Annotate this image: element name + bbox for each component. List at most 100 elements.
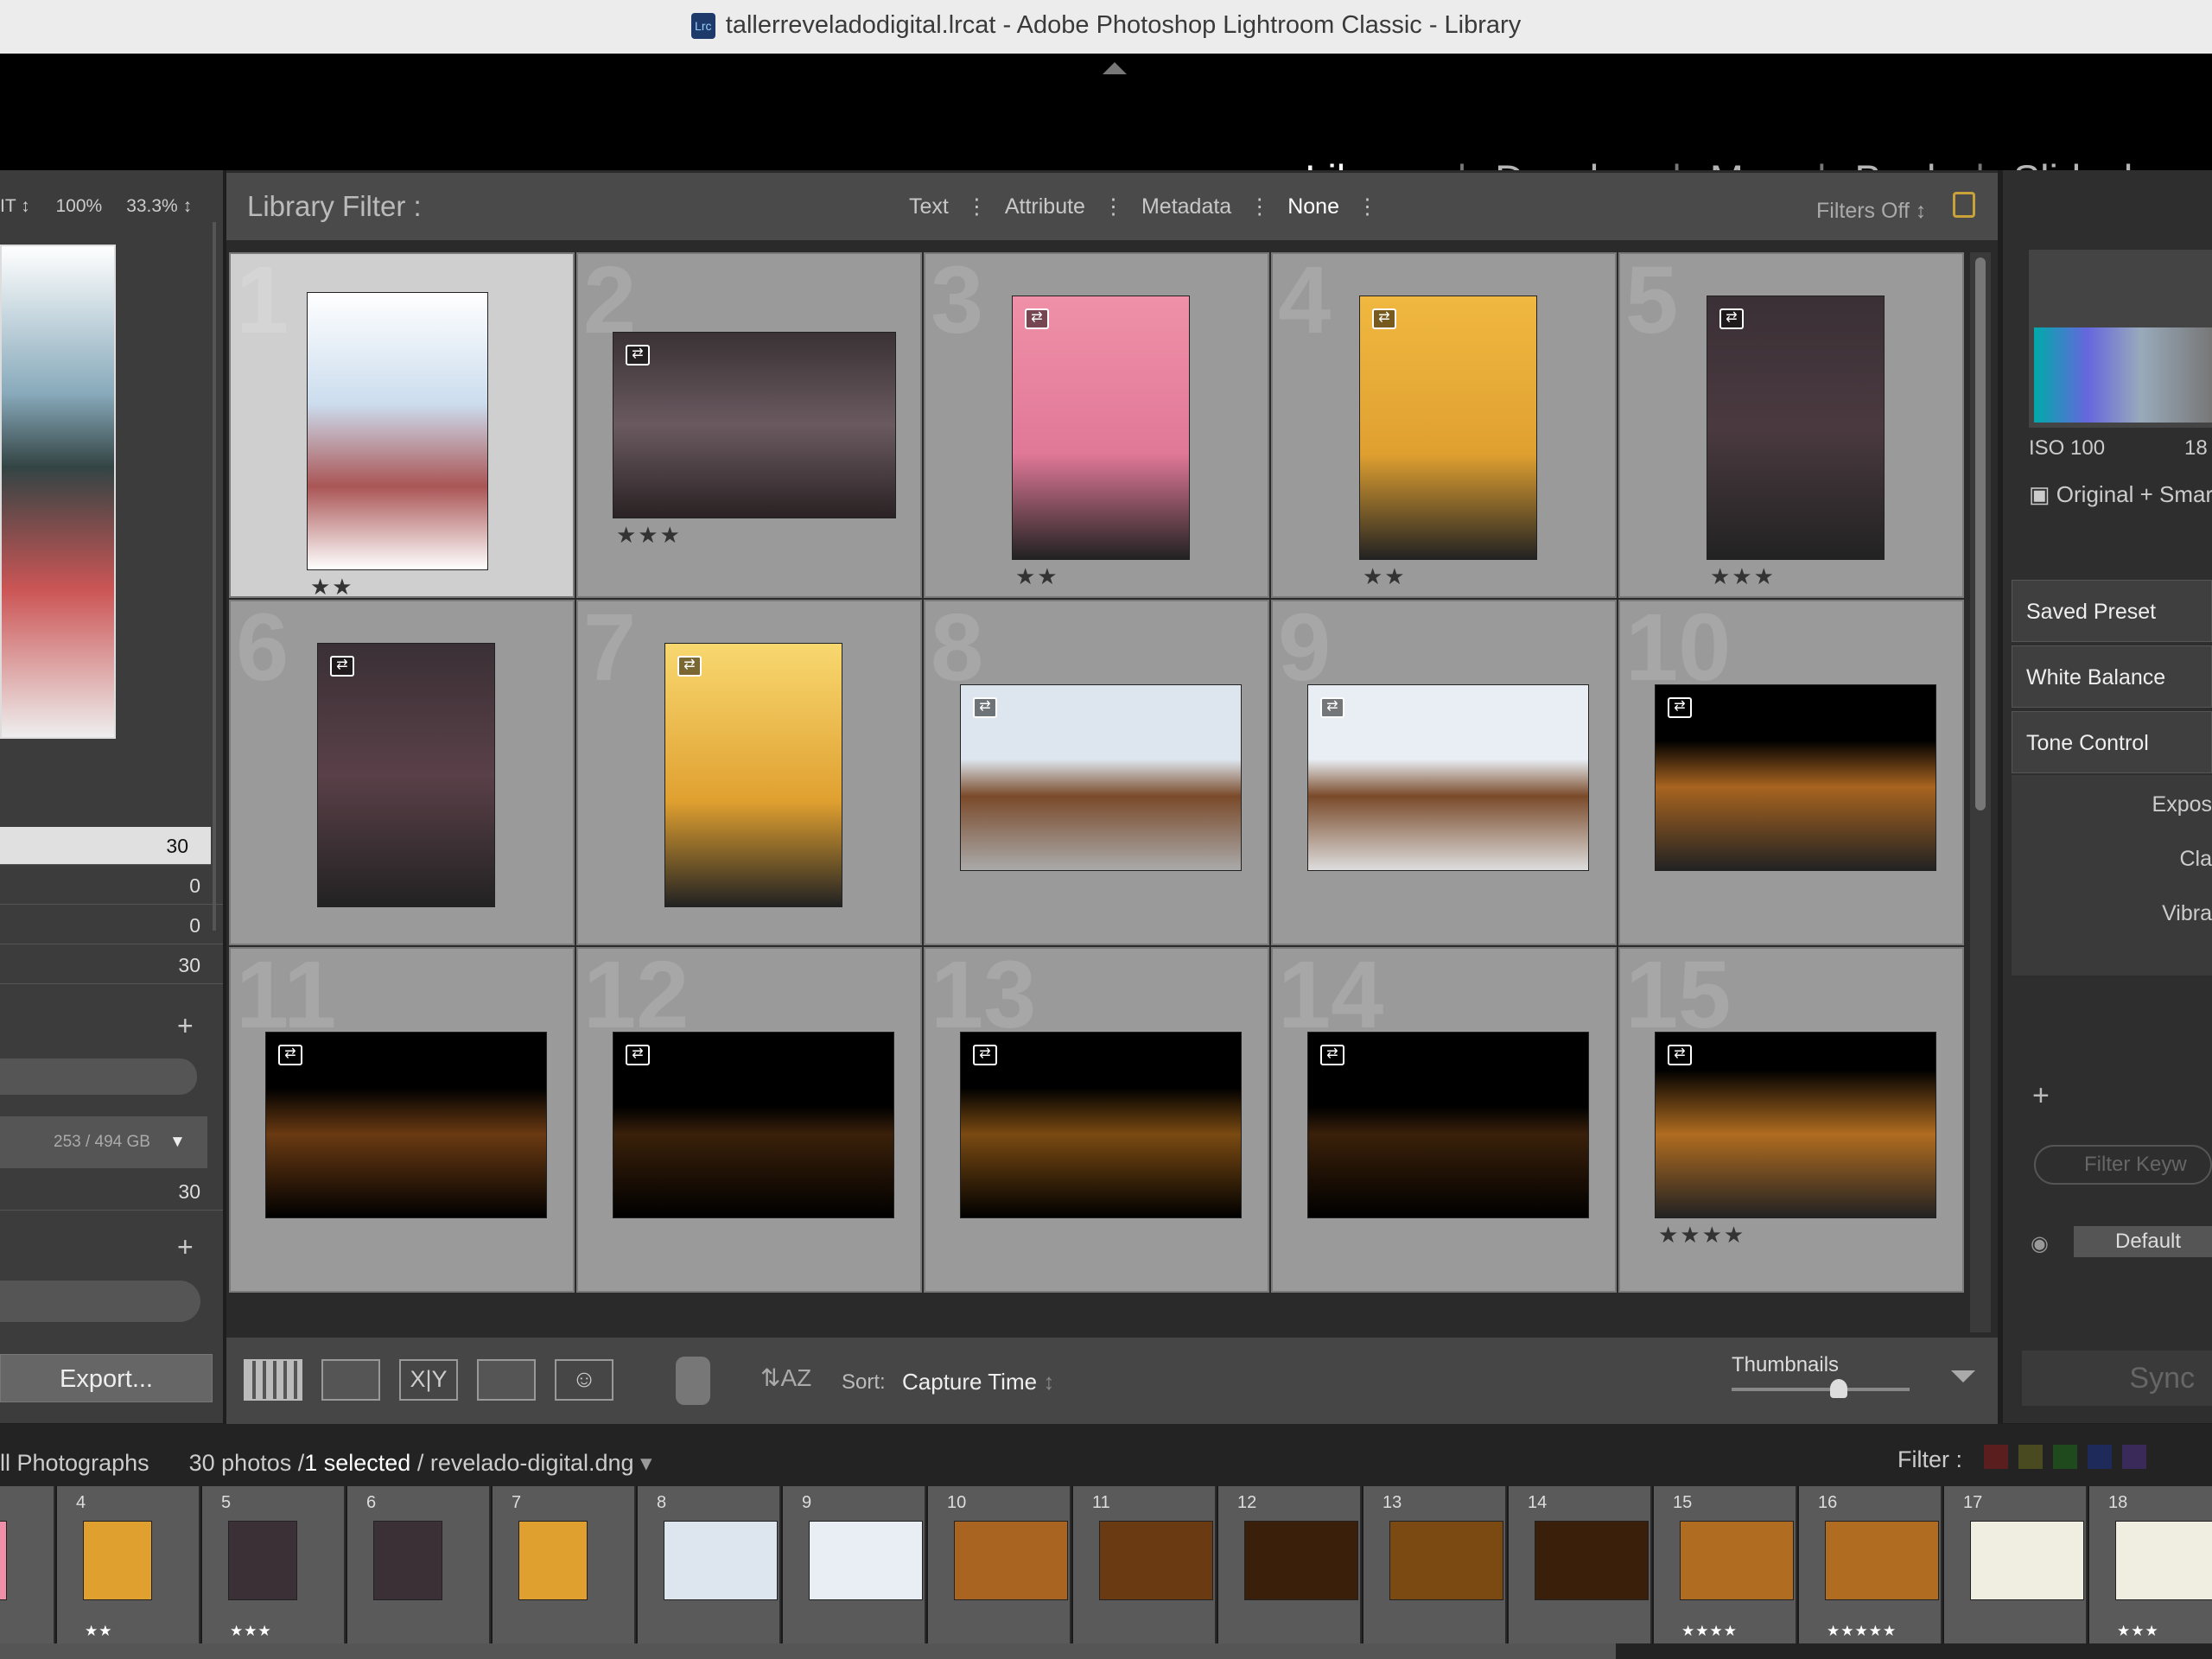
keyword-filter-input[interactable]: Filter Keyw <box>2034 1145 2212 1185</box>
filmstrip-scrollbar[interactable] <box>0 1643 1616 1659</box>
star-rating[interactable]: ★★ <box>1015 563 1059 590</box>
filmstrip-thumbnail[interactable] <box>1970 1521 2084 1600</box>
star-rating[interactable]: ★★★ <box>616 522 682 549</box>
star-rating[interactable]: ★★ <box>310 574 354 596</box>
filmstrip-thumbnail[interactable] <box>1680 1521 1794 1600</box>
star-rating[interactable]: ★★★ <box>1710 563 1776 590</box>
photo-thumbnail[interactable]: ⇄ <box>960 1032 1242 1218</box>
star-rating[interactable]: ★★★★ <box>1658 1222 1745 1249</box>
disk-usage[interactable]: 253 / 494 GB ▼ <box>0 1116 207 1168</box>
grid-cell[interactable]: 11 ⇄ <box>229 947 575 1293</box>
filmstrip-thumbnail[interactable] <box>373 1521 442 1600</box>
photo-thumbnail[interactable] <box>307 292 488 570</box>
people-view-icon[interactable]: ☺ <box>555 1359 613 1401</box>
filmstrip-thumbnail[interactable] <box>1825 1521 1939 1600</box>
add-keyword-icon[interactable]: + <box>2032 1079 2050 1113</box>
photo-thumbnail[interactable]: ⇄ <box>613 332 896 518</box>
folder-count[interactable]: 30 <box>0 1173 223 1211</box>
photo-thumbnail[interactable]: ⇄ <box>1012 296 1190 560</box>
compare-view-icon[interactable]: X|Y <box>399 1359 458 1401</box>
photo-thumbnail[interactable]: ⇄ <box>1707 296 1885 560</box>
sort-direction-icon[interactable]: ⇅AZ <box>760 1363 811 1392</box>
filmstrip-thumbnail[interactable] <box>809 1521 923 1600</box>
thumbnail-slider[interactable] <box>1732 1379 1910 1398</box>
zoom-custom[interactable]: 33.3% <box>126 196 178 216</box>
filmstrip-thumbnail[interactable] <box>0 1521 7 1600</box>
photo-thumbnail[interactable]: ⇄ <box>664 643 842 907</box>
grid-cell[interactable]: 14 ⇄ <box>1271 947 1617 1293</box>
photo-thumbnail[interactable]: ⇄ <box>1307 1032 1589 1218</box>
grid-cell[interactable]: 13 ⇄ <box>924 947 1269 1293</box>
grid-cell[interactable]: 7 ⇄ <box>576 600 922 945</box>
photo-thumbnail[interactable]: ⇄ <box>613 1032 894 1218</box>
filmstrip-cell[interactable]: 14 <box>1509 1486 1652 1643</box>
color-filter-purple[interactable] <box>2122 1445 2146 1469</box>
photo-thumbnail[interactable]: ⇄ <box>265 1032 547 1218</box>
slider-knob[interactable] <box>1829 1379 1847 1398</box>
photo-thumbnail[interactable]: ⇄ <box>960 684 1242 871</box>
filmstrip-cell[interactable]: 10 <box>928 1486 1071 1643</box>
filmstrip-cell[interactable]: 17 <box>1944 1486 2088 1643</box>
grid-cell[interactable]: 9 ⇄ <box>1271 600 1617 945</box>
filmstrip-cell[interactable]: 16 ★★★★★ <box>1799 1486 1942 1643</box>
filmstrip-thumbnail[interactable] <box>1389 1521 1503 1600</box>
filmstrip-thumbnail[interactable] <box>1099 1521 1213 1600</box>
grid-cell[interactable]: 8 ⇄ <box>924 600 1269 945</box>
loupe-view-icon[interactable] <box>321 1359 380 1401</box>
filmstrip-thumbnail[interactable] <box>518 1521 588 1600</box>
survey-view-icon[interactable] <box>477 1359 536 1401</box>
navigator-preview[interactable] <box>0 245 116 739</box>
count-row[interactable]: 0 <box>0 867 223 905</box>
vibrance-label[interactable]: Vibra <box>2012 901 2212 926</box>
filmstrip-cell[interactable]: 7 <box>493 1486 636 1643</box>
panel-white-balance[interactable]: White Balance <box>2012 645 2212 708</box>
filmstrip-cell[interactable] <box>0 1486 55 1643</box>
filmstrip-cell[interactable]: 5 ★★★ <box>202 1486 346 1643</box>
preset-select[interactable]: Default <box>2074 1226 2212 1257</box>
filmstrip-thumbnail[interactable] <box>1535 1521 1649 1600</box>
color-filter-yellow[interactable] <box>2018 1445 2043 1469</box>
filter-text[interactable]: Text <box>909 194 949 219</box>
grid-cell[interactable]: 2 ⇄ ★★★ <box>576 252 922 598</box>
search-field[interactable] <box>0 1058 197 1095</box>
filmstrip-cell[interactable]: 6 <box>347 1486 491 1643</box>
filmstrip-cell[interactable]: 8 <box>638 1486 781 1643</box>
collection-search[interactable] <box>0 1281 200 1322</box>
eye-icon[interactable]: ◉ <box>2031 1231 2049 1256</box>
filmstrip-thumbnail[interactable] <box>664 1521 778 1600</box>
painter-icon[interactable] <box>676 1357 710 1405</box>
filter-metadata[interactable]: Metadata <box>1141 194 1231 219</box>
grid-scrollbar[interactable] <box>1970 252 1991 1332</box>
filmstrip-thumbnail[interactable] <box>83 1521 152 1600</box>
grid-cell[interactable]: 1 ★★ <box>229 252 575 598</box>
source-breadcrumb[interactable]: ll Photographs 30 photos /1 selected / re… <box>0 1450 652 1477</box>
count-row-active[interactable]: 30 <box>0 827 211 865</box>
photo-thumbnail[interactable]: ⇄ <box>1655 1032 1936 1218</box>
color-filter-green[interactable] <box>2053 1445 2077 1469</box>
color-filter-red[interactable] <box>1984 1445 2008 1469</box>
grid-cell[interactable]: 10 ⇄ <box>1618 600 1964 945</box>
filmstrip-cell[interactable]: 4 ★★ <box>57 1486 200 1643</box>
exposure-label[interactable]: Expos <box>2012 792 2212 817</box>
filters-status[interactable]: Filters Off ↕ <box>1816 199 1926 224</box>
grid-cell[interactable]: 3 ⇄ ★★ <box>924 252 1269 598</box>
filmstrip-cell[interactable]: 13 <box>1363 1486 1507 1643</box>
export-button[interactable]: Export... <box>0 1354 213 1402</box>
toolbar-menu-icon[interactable] <box>1951 1370 1975 1382</box>
lock-icon[interactable] <box>1953 192 1975 218</box>
grid-cell[interactable]: 5 ⇄ ★★★ <box>1618 252 1964 598</box>
sync-button[interactable]: Sync <box>2022 1351 2212 1406</box>
photo-thumbnail[interactable]: ⇄ <box>317 643 495 907</box>
add-collection-icon[interactable]: + <box>177 1010 194 1042</box>
filmstrip-cell[interactable]: 9 <box>783 1486 926 1643</box>
filmstrip-cell[interactable]: 12 <box>1218 1486 1362 1643</box>
sort-select[interactable]: Capture Time ↕ <box>902 1369 1054 1395</box>
grid-cell[interactable]: 15 ⇄ ★★★★ <box>1618 947 1964 1293</box>
grid-cell[interactable]: 6 ⇄ <box>229 600 575 945</box>
panel-saved-preset[interactable]: Saved Preset <box>2012 580 2212 642</box>
photo-thumbnail[interactable]: ⇄ <box>1359 296 1537 560</box>
grid-cell[interactable]: 4 ⇄ ★★ <box>1271 252 1617 598</box>
count-row[interactable]: 0 <box>0 906 223 944</box>
star-rating[interactable]: ★★ <box>1363 563 1407 590</box>
zoom-fit[interactable]: IT <box>0 196 16 216</box>
